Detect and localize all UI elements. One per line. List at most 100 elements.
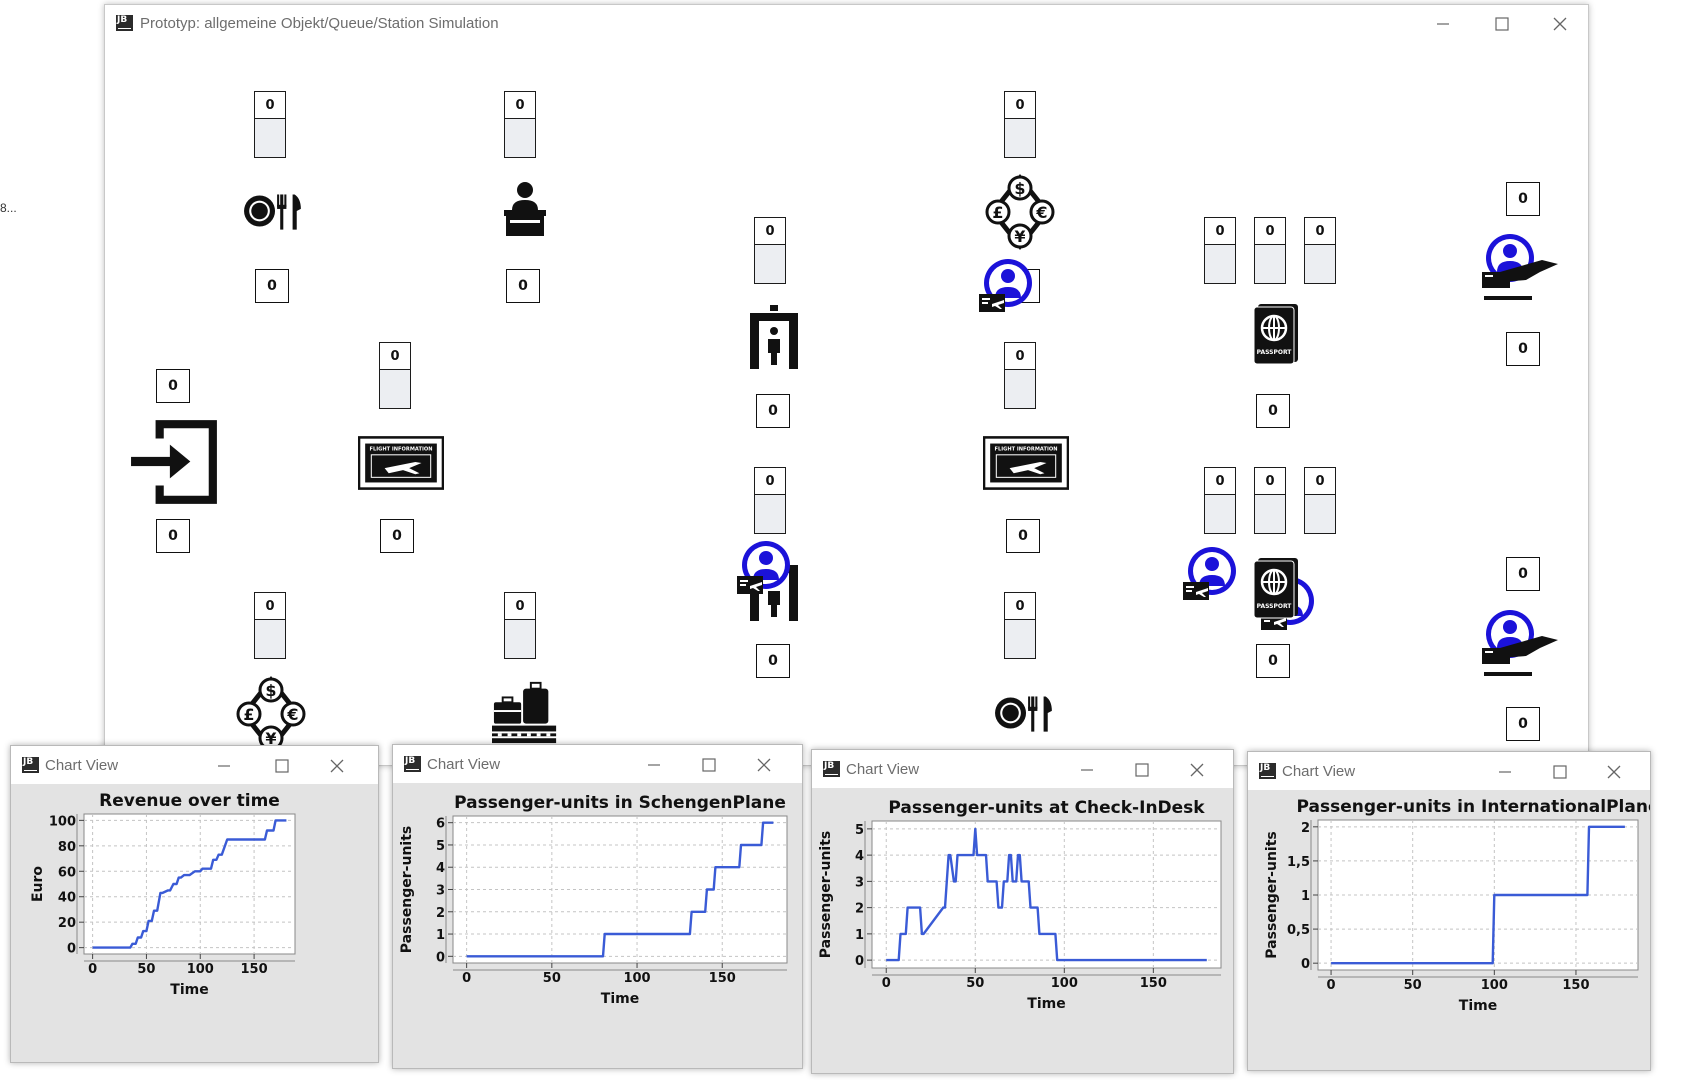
x-tick-label: 50: [1404, 978, 1422, 993]
x-tick-label: 100: [187, 962, 214, 977]
minimize-button[interactable]: [1422, 9, 1462, 37]
y-tick-label: 0: [855, 954, 864, 969]
chart-window-schengen: JB Chart View Passenger-units in Schenge…: [392, 744, 803, 1069]
queue-box: 0: [379, 342, 411, 409]
boarding-gate-icon[interactable]: [1480, 610, 1560, 682]
information-desk-icon[interactable]: [500, 180, 550, 240]
close-button[interactable]: [1593, 757, 1633, 785]
app-icon: JB: [1259, 763, 1276, 779]
minimize-icon: [648, 764, 660, 766]
chart-window-titlebar[interactable]: JB Chart View: [11, 746, 378, 784]
close-button[interactable]: [316, 751, 356, 779]
entry-icon[interactable]: [128, 416, 222, 508]
minimize-button[interactable]: [633, 750, 673, 778]
queue-count: 0: [1005, 593, 1035, 620]
y-tick-label: 0: [67, 942, 76, 957]
flight-information-board-icon[interactable]: [983, 436, 1069, 490]
currency-exchange-icon[interactable]: [985, 172, 1055, 252]
currency-exchange-icon[interactable]: [236, 674, 306, 754]
chart-window-titlebar[interactable]: JB Chart View: [393, 745, 802, 783]
queue-fill: [1005, 620, 1035, 658]
minimize-button[interactable]: [203, 751, 243, 779]
queue-fill: [1305, 495, 1335, 533]
window-title: Prototyp: allgemeine Objekt/Queue/Statio…: [140, 15, 499, 32]
queue-count: 0: [1255, 468, 1285, 495]
y-tick-label: 1: [855, 928, 864, 943]
x-tick-label: 50: [966, 976, 984, 991]
queue-fill: [505, 620, 535, 658]
queue-count: 0: [505, 593, 535, 620]
boarding-gate-icon[interactable]: [1480, 234, 1560, 306]
minimize-button[interactable]: [1066, 755, 1106, 783]
app-icon: JB: [116, 15, 133, 31]
maximize-button[interactable]: [1121, 755, 1161, 783]
queue-box: 0: [754, 217, 786, 284]
chart-window-checkin: JB Chart View Passenger-units at Check-I…: [811, 749, 1234, 1074]
x-tick-label: 0: [1327, 978, 1336, 993]
schengen-plane-chart: Passenger-units in SchengenPlane0 50 100 15…: [399, 793, 788, 1007]
y-tick-label: 1,5: [1287, 855, 1310, 870]
chart-window-titlebar[interactable]: JB Chart View: [812, 750, 1233, 788]
passport-icon[interactable]: [1252, 556, 1302, 620]
info-box: 0: [756, 394, 790, 428]
y-tick-label: 3: [436, 884, 445, 899]
y-tick-label: 0,5: [1287, 923, 1310, 938]
close-button[interactable]: [1176, 755, 1216, 783]
queue-count: 0: [1005, 92, 1035, 119]
y-tick-label: 1: [1301, 889, 1310, 904]
window-titlebar[interactable]: JB Prototyp: allgemeine Objekt/Queue/Sta…: [105, 5, 1588, 39]
maximize-button[interactable]: [688, 750, 728, 778]
queue-box: 0: [1004, 592, 1036, 659]
security-gate-icon[interactable]: [746, 300, 802, 372]
baggage-icon[interactable]: [492, 680, 560, 744]
chart-window-revenue: JB Chart View Revenue over time 0 50 100 150…: [10, 745, 379, 1063]
chart-window-titlebar[interactable]: JB Chart View: [1248, 752, 1650, 790]
queue-fill: [1005, 370, 1035, 408]
minimize-button[interactable]: [1484, 757, 1524, 785]
passenger-icon: [978, 258, 1038, 314]
maximize-button[interactable]: [1539, 757, 1579, 785]
info-box: 0: [506, 269, 540, 303]
chart-title: Passenger-units at Check-InDesk: [888, 798, 1205, 818]
x-tick-label: 100: [1051, 976, 1078, 991]
maximize-button[interactable]: [1481, 9, 1521, 37]
restaurant-icon[interactable]: [243, 190, 305, 232]
maximize-button[interactable]: [261, 751, 301, 779]
info-box: 0: [1006, 519, 1040, 553]
maximize-icon: [275, 759, 289, 773]
queue-fill: [1305, 245, 1335, 283]
queue-fill: [1255, 495, 1285, 533]
x-tick-label: 50: [543, 971, 561, 986]
queue-count: 0: [1205, 218, 1235, 245]
close-icon: [330, 759, 344, 773]
minimize-icon: [218, 765, 230, 767]
flight-information-board-icon[interactable]: [358, 436, 444, 490]
x-axis-label: Time: [1459, 998, 1497, 1014]
restaurant-icon[interactable]: [994, 692, 1056, 734]
close-icon: [1553, 17, 1567, 31]
y-tick-label: 0: [1301, 957, 1310, 972]
queue-count: 0: [505, 92, 535, 119]
passport-icon[interactable]: [1252, 302, 1302, 366]
minimize-icon: [1499, 771, 1511, 773]
queue-fill: [1255, 245, 1285, 283]
close-icon: [757, 758, 771, 772]
app-icon: JB: [22, 757, 39, 773]
queue-count: 0: [255, 92, 285, 119]
x-tick-label: 150: [709, 971, 736, 986]
close-button[interactable]: [743, 750, 783, 778]
chart-title: Revenue over time: [99, 791, 280, 811]
y-tick-label: 6: [436, 817, 445, 832]
info-box: 0: [1506, 332, 1540, 366]
queue-box: 0: [1254, 217, 1286, 284]
chart-window-title: Chart View: [846, 761, 920, 778]
queue-box: 0: [254, 91, 286, 158]
y-axis-label: Passenger-units: [399, 826, 415, 953]
y-tick-label: 3: [855, 875, 864, 890]
y-tick-label: 100: [49, 814, 76, 829]
simulation-window: JB Prototyp: allgemeine Objekt/Queue/Sta…: [104, 4, 1589, 766]
international-plane-chart: Passenger-units in InternationalPlane 0 50…: [1264, 797, 1650, 1014]
maximize-icon: [1553, 765, 1567, 779]
close-button[interactable]: [1539, 9, 1579, 37]
x-tick-label: 0: [882, 976, 891, 991]
